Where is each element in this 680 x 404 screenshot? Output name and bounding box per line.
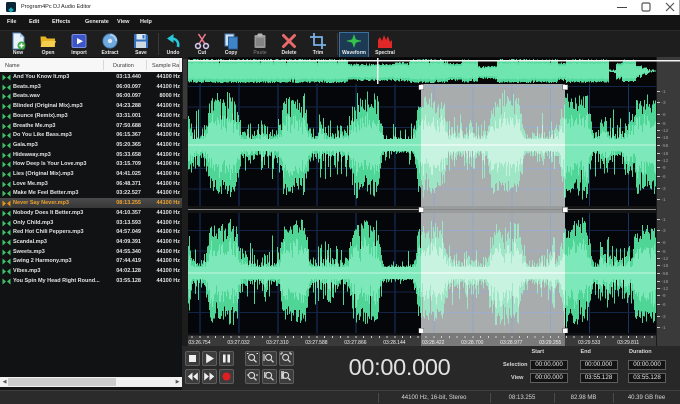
svg-text:-6: -6 xyxy=(662,112,667,117)
svg-text:-58: -58 xyxy=(662,143,669,148)
svg-text:-9: -9 xyxy=(662,293,667,298)
svg-text:-18: -18 xyxy=(662,263,669,268)
svg-text:-3: -3 xyxy=(662,100,667,105)
svg-text:-1: -1 xyxy=(662,89,667,94)
svg-text:-12: -12 xyxy=(662,128,669,133)
svg-text:-9: -9 xyxy=(662,249,667,254)
svg-text:-9: -9 xyxy=(662,165,667,170)
svg-text:-12: -12 xyxy=(662,286,669,291)
svg-text:-6: -6 xyxy=(662,240,667,245)
svg-text:-3: -3 xyxy=(662,314,667,319)
svg-text:-18: -18 xyxy=(662,135,669,140)
svg-text:-1: -1 xyxy=(662,325,667,330)
svg-text:-18: -18 xyxy=(662,279,669,284)
svg-text:-58: -58 xyxy=(662,271,669,276)
svg-text:-3: -3 xyxy=(662,186,667,191)
svg-text:-6: -6 xyxy=(662,174,667,179)
svg-text:-3: -3 xyxy=(662,228,667,233)
svg-text:-18: -18 xyxy=(662,151,669,156)
svg-text:-1: -1 xyxy=(662,197,667,202)
svg-text:-12: -12 xyxy=(662,158,669,163)
svg-text:-6: -6 xyxy=(662,302,667,307)
svg-text:-1: -1 xyxy=(662,217,667,222)
svg-text:-9: -9 xyxy=(662,121,667,126)
svg-text:-12: -12 xyxy=(662,256,669,261)
